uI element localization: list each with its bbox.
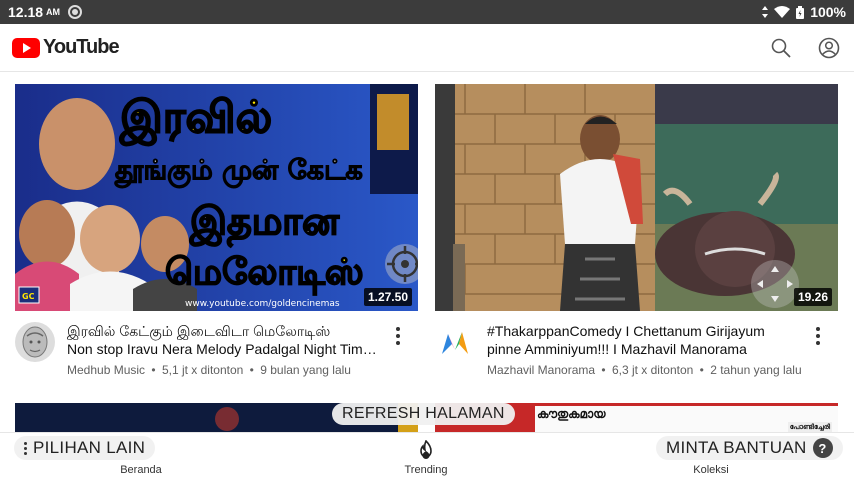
tab-library-label: Koleksi (693, 464, 729, 476)
youtube-logo[interactable]: YouTube (12, 36, 120, 59)
tab-home-label: Beranda (120, 464, 162, 476)
more-options-button[interactable] (810, 326, 826, 346)
search-button[interactable] (770, 37, 792, 59)
battery-icon (796, 5, 805, 19)
account-button[interactable] (818, 37, 840, 59)
refresh-page-button[interactable]: REFRESH HALAMAN (332, 403, 515, 425)
video-meta: #ThakarppanComedy I Chettanum Girijayum … (435, 320, 838, 380)
channel-avatar-icon (15, 322, 55, 362)
view-count: 6,3 jt x ditonton (611, 363, 694, 377)
trending-icon (420, 440, 432, 459)
thumb-line4: மெலோடிஸ் (165, 252, 364, 296)
youtube-wordmark: YouTube (43, 36, 120, 58)
video-meta: இரவில் கேட்கும் இடைவிடா மெலோடிஸ் Non sto… (15, 320, 418, 380)
video-duration: 19.26 (793, 288, 832, 306)
video-title-line2: pinne Amminiyum!!! I Mazhavil Manorama (487, 341, 747, 357)
channel-avatar[interactable] (15, 322, 55, 362)
upload-age: 2 tahun yang lalu (710, 363, 802, 377)
thumbnail-art: இரவில் தூங்கும் முன் கேட்க இதமான மெலோடிஸ… (15, 84, 418, 311)
more-options-button[interactable] (390, 326, 406, 346)
channel-name[interactable]: Mazhavil Manorama (487, 363, 595, 377)
partial-thumb-text: കൗതുകമായ (537, 407, 606, 421)
status-bar: 12.18 AM 100% (0, 0, 854, 24)
app-bar-actions (770, 37, 842, 59)
thumb-url: www.youtube.com/goldencinemas (185, 299, 340, 309)
upload-age: 9 bulan yang lalu (260, 363, 351, 377)
thumb-badge: GC (22, 292, 35, 301)
video-title[interactable]: இரவில் கேட்கும் இடைவிடா மெலோடிஸ் Non sto… (67, 322, 387, 358)
account-icon (818, 37, 840, 58)
youtube-play-icon (12, 37, 40, 58)
channel-avatar-icon (435, 322, 475, 362)
video-thumbnail[interactable]: 19.26 (435, 84, 838, 311)
separator: • (699, 363, 704, 377)
channel-avatar[interactable] (435, 322, 475, 362)
video-subtitle: Medhub Music • 5,1 jt x ditonton • 9 bul… (67, 363, 351, 377)
status-time: 12.18 (8, 4, 44, 20)
more-options-overlay-button[interactable]: PILIHAN LAIN (14, 436, 156, 460)
video-title-line1: #ThakarppanComedy I Chettanum Girijayum (487, 323, 765, 339)
more-vert-icon (24, 441, 27, 455)
screen-record-icon (68, 5, 83, 19)
more-options-label: PILIHAN LAIN (33, 438, 146, 457)
separator: • (249, 363, 254, 377)
refresh-label: REFRESH HALAMAN (342, 405, 505, 422)
data-arrows-icon (762, 6, 769, 18)
tab-trending[interactable]: Trending (356, 433, 496, 481)
thumb-line1: இரவில் (119, 92, 272, 146)
app-bar: YouTube (0, 24, 854, 72)
channel-name[interactable]: Medhub Music (67, 363, 145, 377)
video-duration: 1.27.50 (363, 288, 412, 306)
video-feed[interactable]: இரவில் தூங்கும் முன் கேட்க இதமான மெலோடிஸ… (0, 73, 854, 433)
help-icon: ? (812, 438, 833, 458)
video-title[interactable]: #ThakarppanComedy I Chettanum Girijayum … (487, 322, 807, 358)
thumb-line2: தூங்கும் முன் கேட்க (114, 155, 363, 188)
thumbnail-art (435, 84, 838, 311)
video-title-line1: இரவில் கேட்கும் இடைவிடா மெலோடிஸ் (67, 323, 331, 339)
video-title-line2: Non stop Iravu Nera Melody Padalgal Nigh… (67, 341, 377, 357)
wifi-icon (774, 6, 791, 18)
battery-level: 100% (810, 4, 846, 20)
status-right: 100% (762, 4, 846, 20)
view-count: 5,1 jt x ditonton (161, 363, 244, 377)
video-subtitle: Mazhavil Manorama • 6,3 jt x ditonton • … (487, 363, 802, 377)
thumb-line3: இதமான (189, 199, 340, 247)
video-thumbnail[interactable]: இரவில் தூங்கும் முன் கேட்க இதமான மெலோடிஸ… (15, 84, 418, 311)
separator: • (151, 363, 156, 377)
search-icon (771, 38, 791, 58)
help-overlay-button[interactable]: MINTA BANTUAN ? (656, 436, 843, 460)
help-label: MINTA BANTUAN (666, 438, 807, 457)
separator: • (601, 363, 606, 377)
tab-trending-label: Trending (404, 464, 448, 476)
status-ampm: AM (46, 7, 61, 17)
